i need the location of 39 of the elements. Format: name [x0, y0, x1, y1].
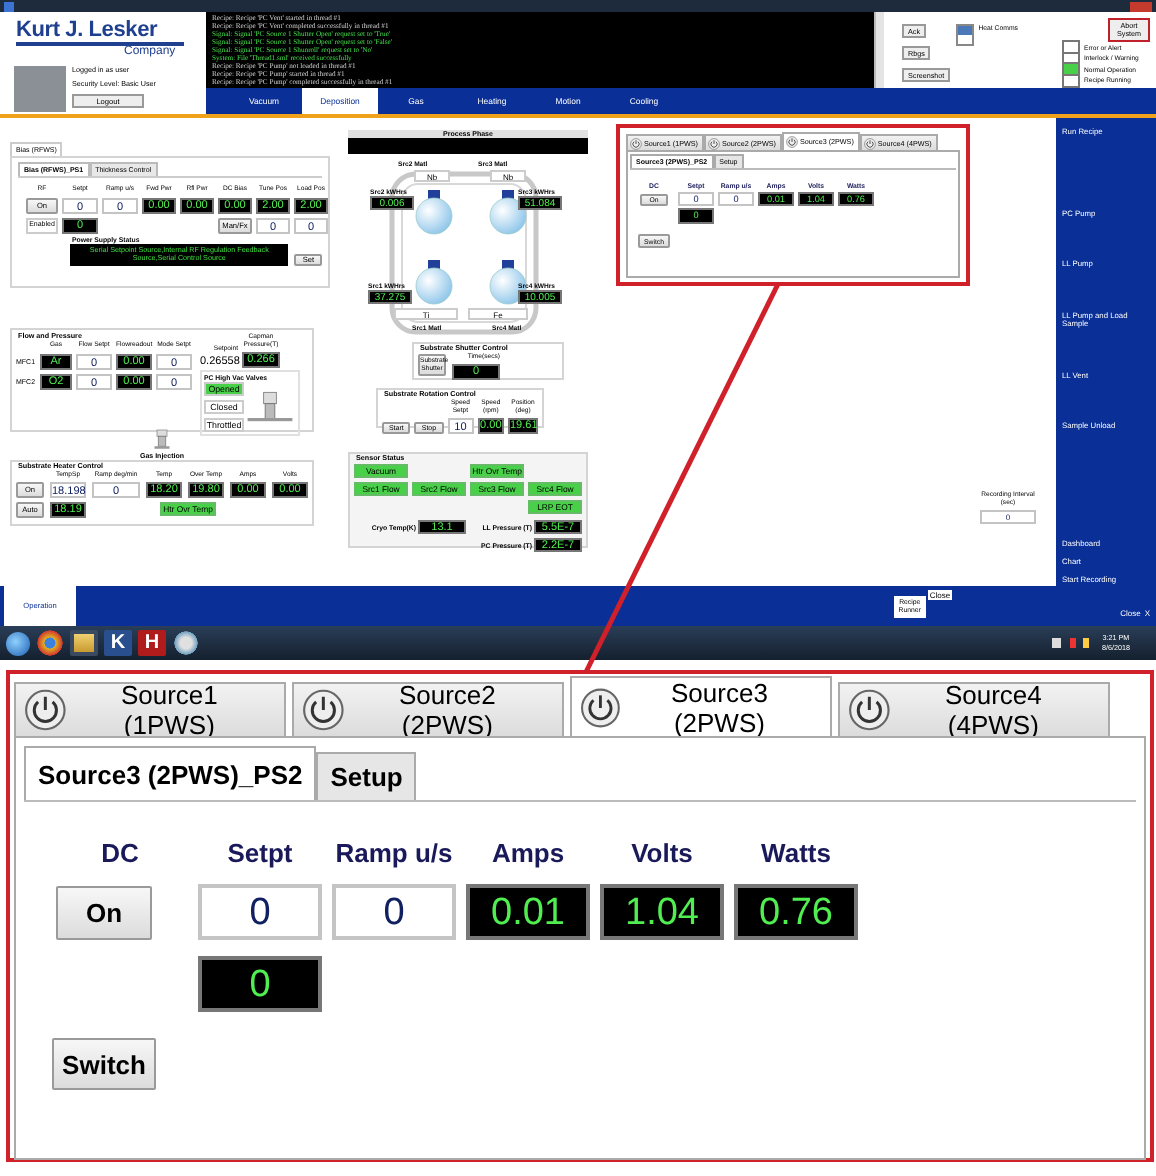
- browser-icon[interactable]: [36, 630, 64, 656]
- app-icon[interactable]: H: [138, 630, 166, 656]
- value-field[interactable]: 0: [332, 884, 456, 940]
- column-label: Setpt: [225, 838, 295, 868]
- globe-icon[interactable]: [172, 630, 200, 656]
- start-icon[interactable]: [6, 631, 30, 655]
- readout-value: 1.04: [600, 884, 724, 940]
- scrollbar[interactable]: [874, 12, 884, 88]
- power-icon: [707, 137, 720, 149]
- column-label: DC: [99, 838, 141, 868]
- app-icon: [4, 1, 14, 11]
- power-icon: [302, 688, 345, 732]
- power-icon: [24, 688, 67, 732]
- readout-value: 0.76: [734, 884, 858, 940]
- column-label: Watts: [759, 838, 833, 868]
- app-icon[interactable]: K: [104, 630, 132, 656]
- power-icon: [785, 136, 798, 148]
- switch-button[interactable]: Switch: [52, 1038, 156, 1090]
- folder-icon[interactable]: [70, 630, 98, 656]
- close-icon[interactable]: [1130, 1, 1152, 11]
- readout-value: 0.01: [466, 884, 590, 940]
- power-icon: [580, 685, 621, 729]
- logo-text: Kurt J. Lesker: [16, 20, 184, 46]
- source-tab[interactable]: Source3 (2PWS): [570, 676, 832, 736]
- value-field[interactable]: 0: [198, 884, 322, 940]
- photo-placeholder: [14, 66, 66, 112]
- column-label: Ramp u/s: [333, 838, 455, 868]
- panel-tab[interactable]: Setup: [316, 752, 417, 800]
- readout-value: 0: [198, 956, 322, 1012]
- column-label: Amps: [489, 838, 567, 868]
- column-label: Volts: [629, 838, 695, 868]
- power-icon: [848, 688, 891, 732]
- panel-tab[interactable]: Source3 (2PWS)_PS2: [24, 746, 317, 800]
- toggle-button[interactable]: On: [56, 885, 152, 939]
- source-tab[interactable]: Source4 (4PWS): [838, 682, 1110, 736]
- source-tab[interactable]: Source1 (1PWS): [14, 682, 286, 736]
- source-tab[interactable]: Source2 (2PWS): [292, 682, 564, 736]
- power-icon: [630, 137, 642, 149]
- power-icon: [863, 137, 876, 149]
